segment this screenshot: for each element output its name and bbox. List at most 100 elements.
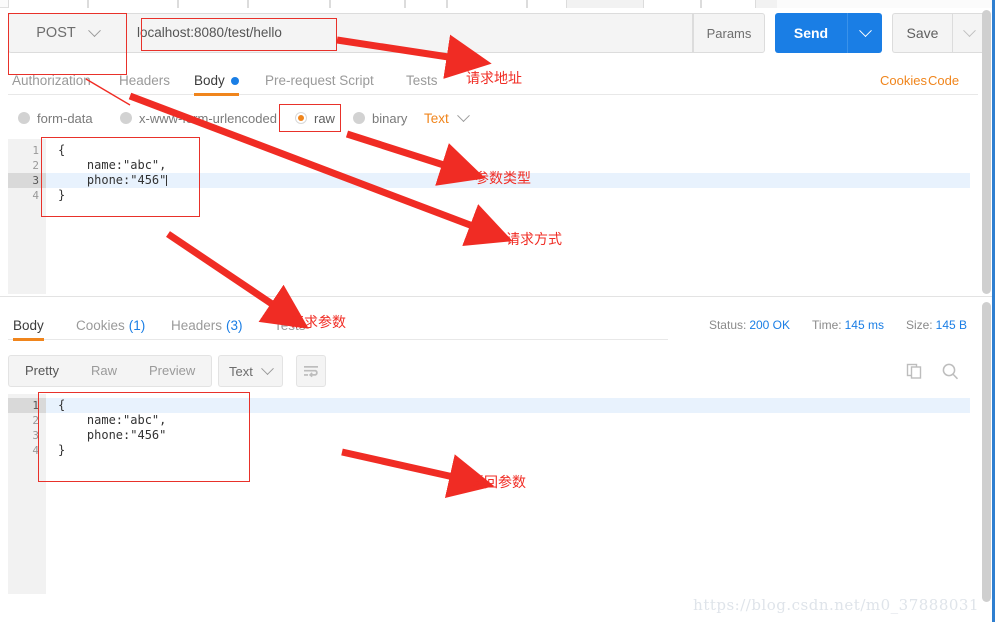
- body-type-label: form-data: [37, 110, 93, 126]
- tab-count: (1): [128, 317, 146, 333]
- cookies-label: Cookies: [880, 73, 927, 88]
- tab-strip-segment[interactable]: [330, 0, 405, 8]
- line-number: 4: [32, 189, 39, 202]
- response-body-viewer[interactable]: 1 2 3 4 { name:"abc", phone:"456" }: [8, 394, 970, 594]
- annotation-label-response: 返回参数: [470, 475, 526, 491]
- tab-strip-segment[interactable]: [527, 0, 567, 8]
- request-body-editor[interactable]: 1 2 3 4 { name:"abc", phone:"456" }: [8, 139, 970, 294]
- response-toolbar: Pretty Raw Preview Text: [8, 355, 978, 387]
- status-value: 200 OK: [749, 318, 791, 332]
- radio-selected-icon: [295, 112, 307, 124]
- view-mode-raw[interactable]: Raw: [75, 356, 133, 386]
- word-wrap-button[interactable]: [296, 355, 326, 387]
- chevron-down-icon: [858, 23, 872, 37]
- line-number: 3: [32, 429, 39, 442]
- tab-strip-segment[interactable]: [8, 0, 88, 8]
- response-line-gutter: 1 2 3 4: [8, 394, 46, 594]
- tab-label: Authorization: [12, 73, 91, 88]
- raw-format-selector[interactable]: Text: [424, 105, 470, 131]
- tab-label: Headers: [171, 317, 223, 333]
- chevron-down-icon: [87, 23, 101, 37]
- annotation-label-url: 请求地址: [466, 71, 522, 87]
- tab-strip-segment[interactable]: [178, 0, 248, 8]
- line-number-current: 1: [8, 398, 46, 413]
- tab-strip: [0, 0, 995, 8]
- code-line-active: {: [46, 398, 970, 413]
- search-button[interactable]: [941, 355, 960, 387]
- annotation-label-params: 请求参数: [290, 315, 346, 331]
- body-type-form-data[interactable]: form-data: [18, 105, 93, 131]
- word-wrap-icon: [304, 366, 318, 378]
- watermark: https://blog.csdn.net/m0_37888031: [693, 596, 979, 614]
- code-link[interactable]: Code: [928, 66, 959, 95]
- radio-icon: [353, 112, 365, 124]
- response-tab-cookies[interactable]: Cookies (1): [76, 310, 145, 340]
- tab-label: Body: [13, 317, 44, 333]
- response-format-selector[interactable]: Text: [218, 355, 283, 387]
- save-options-button[interactable]: [952, 13, 986, 53]
- tab-tests[interactable]: Tests: [406, 66, 438, 95]
- response-body-code: { name:"abc", phone:"456" }: [46, 394, 970, 594]
- annotation-label-bodytype: 参数类型: [475, 171, 531, 187]
- body-type-label: binary: [372, 110, 408, 126]
- code-line-text: phone:"456": [58, 173, 167, 187]
- response-tab-body[interactable]: Body: [13, 310, 44, 341]
- copy-button[interactable]: [906, 355, 924, 387]
- tab-strip-segment[interactable]: [88, 0, 178, 8]
- view-mode-preview[interactable]: Preview: [133, 356, 211, 386]
- send-label: Send: [793, 25, 829, 41]
- status-label: Status:: [708, 318, 747, 332]
- raw-format-label: Text: [424, 110, 449, 126]
- body-type-raw[interactable]: raw: [295, 105, 335, 131]
- params-button[interactable]: Params: [693, 13, 765, 53]
- line-number: 4: [32, 444, 39, 457]
- code-line: phone:"456": [58, 428, 167, 442]
- view-mode-pretty[interactable]: Pretty: [9, 356, 75, 386]
- radio-icon: [18, 112, 30, 124]
- save-label: Save: [906, 25, 939, 41]
- request-body-code[interactable]: { name:"abc", phone:"456" }: [46, 139, 970, 294]
- tab-headers[interactable]: Headers: [119, 66, 170, 95]
- request-scrollbar[interactable]: [982, 10, 991, 294]
- response-scrollbar[interactable]: [982, 302, 991, 602]
- tab-label: Pre-request Script: [265, 73, 374, 88]
- tab-strip-segment[interactable]: [701, 0, 756, 8]
- size-label: Size:: [905, 318, 933, 332]
- response-size: Size: 145 B: [906, 318, 967, 332]
- response-tab-headers[interactable]: Headers (3): [171, 310, 243, 340]
- send-button[interactable]: Send: [775, 13, 847, 53]
- code-line: name:"abc",: [58, 413, 167, 427]
- tab-authorization[interactable]: Authorization: [12, 66, 91, 95]
- code-line: {: [58, 143, 66, 157]
- chevron-down-icon: [456, 108, 470, 122]
- http-method-selector[interactable]: POST: [8, 13, 126, 53]
- tab-strip-segment[interactable]: [643, 0, 701, 8]
- tab-body[interactable]: Body: [194, 66, 239, 96]
- text-cursor: [166, 175, 168, 186]
- line-number: 2: [32, 159, 39, 172]
- line-number: 1: [32, 144, 39, 157]
- tab-strip-segment[interactable]: [405, 0, 447, 8]
- unsaved-dot-icon: [230, 76, 239, 85]
- tab-label: Tests: [406, 73, 438, 88]
- response-time: Time: 145 ms: [812, 318, 884, 332]
- tab-strip-segment[interactable]: [248, 0, 330, 8]
- tab-label: Headers: [119, 73, 171, 88]
- request-url-input[interactable]: localhost:8080/test/hello: [126, 13, 693, 53]
- http-method-label: POST: [36, 25, 76, 41]
- line-number-current: 3: [8, 173, 46, 188]
- active-tab-underline: [13, 338, 44, 341]
- body-type-label: raw: [314, 110, 335, 126]
- body-type-binary[interactable]: binary: [353, 105, 407, 131]
- tab-label: Cookies: [76, 317, 125, 333]
- save-button[interactable]: Save: [892, 13, 952, 53]
- tab-pre-request-script[interactable]: Pre-request Script: [265, 66, 374, 95]
- search-icon: [942, 363, 959, 379]
- panel-splitter[interactable]: [0, 296, 995, 297]
- cookies-link[interactable]: Cookies: [880, 66, 927, 95]
- tab-strip-segment[interactable]: [447, 0, 527, 8]
- body-type-urlencoded[interactable]: x-www-form-urlencoded: [120, 105, 277, 131]
- chevron-down-icon: [260, 361, 274, 375]
- send-options-button[interactable]: [847, 13, 882, 53]
- line-number: 2: [32, 414, 39, 427]
